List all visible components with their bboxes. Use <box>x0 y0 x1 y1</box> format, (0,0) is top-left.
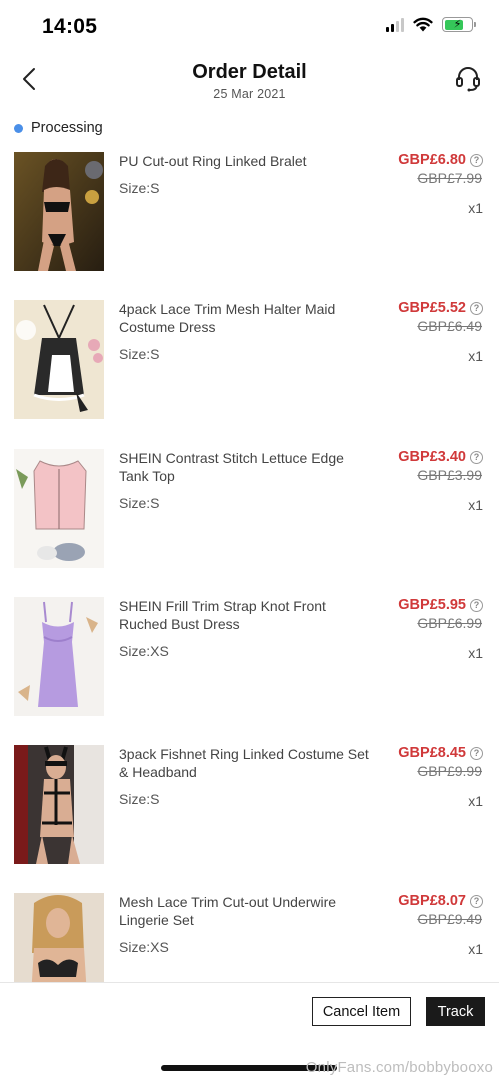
order-status: Processing <box>14 120 103 136</box>
sale-price: GBP£8.07 <box>398 893 466 909</box>
product-name[interactable]: SHEIN Contrast Stitch Lettuce Edge Tank … <box>119 450 374 485</box>
product-image[interactable] <box>14 893 104 982</box>
original-price: GBP£7.99 <box>417 170 482 186</box>
status-icons: ⚡ <box>386 17 476 32</box>
original-price: GBP£6.99 <box>417 615 482 631</box>
original-price: GBP£9.99 <box>417 763 482 779</box>
product-size: Size:S <box>119 791 160 807</box>
sale-price: GBP£3.40 <box>398 449 466 465</box>
price-block: GBP£6.80 ? GBP£7.99 <box>398 152 483 186</box>
order-item[interactable]: SHEIN Contrast Stitch Lettuce Edge Tank … <box>0 449 499 597</box>
order-status-label: Processing <box>31 120 103 136</box>
product-image[interactable] <box>14 745 104 864</box>
quantity: x1 <box>468 348 483 364</box>
product-size: Size:XS <box>119 643 169 659</box>
price-info-icon[interactable]: ? <box>470 153 483 167</box>
quantity: x1 <box>468 645 483 661</box>
order-item[interactable]: PU Cut-out Ring Linked Bralet Size:S GBP… <box>0 152 499 300</box>
order-item[interactable]: 3pack Fishnet Ring Linked Costume Set & … <box>0 745 499 893</box>
order-item[interactable]: 4pack Lace Trim Mesh Halter Maid Costume… <box>0 300 499 448</box>
price-info-icon[interactable]: ? <box>470 894 483 908</box>
product-image[interactable] <box>14 152 104 271</box>
cellular-signal-icon <box>386 17 404 32</box>
price-info-icon[interactable]: ? <box>470 301 483 315</box>
product-name[interactable]: Mesh Lace Trim Cut-out Underwire Lingeri… <box>119 894 374 929</box>
product-size: Size:S <box>119 346 160 362</box>
sale-price: GBP£5.95 <box>398 597 466 613</box>
product-image[interactable] <box>14 449 104 568</box>
status-bar: 14:05 ⚡ <box>0 0 499 54</box>
product-name[interactable]: 4pack Lace Trim Mesh Halter Maid Costume… <box>119 301 374 336</box>
headset-icon <box>456 67 480 92</box>
product-size: Size:S <box>119 180 160 196</box>
wifi-icon <box>413 17 433 32</box>
bottom-action-bar: Cancel Item Track OnlyFans.com/bobbyboox… <box>0 982 499 1080</box>
product-name[interactable]: 3pack Fishnet Ring Linked Costume Set & … <box>119 746 374 781</box>
order-item[interactable]: Mesh Lace Trim Cut-out Underwire Lingeri… <box>0 893 499 982</box>
original-price: GBP£6.49 <box>417 318 482 334</box>
product-size: Size:S <box>119 495 160 511</box>
quantity: x1 <box>468 793 483 809</box>
sale-price: GBP£5.52 <box>398 300 466 316</box>
price-block: GBP£5.52 ? GBP£6.49 <box>398 300 483 334</box>
product-name[interactable]: SHEIN Frill Trim Strap Knot Front Ruched… <box>119 598 374 633</box>
price-info-icon[interactable]: ? <box>470 450 483 464</box>
price-block: GBP£5.95 ? GBP£6.99 <box>398 597 483 631</box>
price-block: GBP£3.40 ? GBP£3.99 <box>398 449 483 483</box>
original-price: GBP£3.99 <box>417 467 482 483</box>
price-info-icon[interactable]: ? <box>470 598 483 612</box>
original-price: GBP£9.49 <box>417 911 482 927</box>
sale-price: GBP£8.45 <box>398 745 466 761</box>
price-block: GBP£8.07 ? GBP£9.49 <box>398 893 483 927</box>
order-date: 25 Mar 2021 <box>213 87 286 101</box>
order-items-list[interactable]: PU Cut-out Ring Linked Bralet Size:S GBP… <box>0 152 499 982</box>
order-item[interactable]: SHEIN Frill Trim Strap Knot Front Ruched… <box>0 597 499 745</box>
track-button[interactable]: Track <box>426 997 485 1026</box>
customer-support-button[interactable] <box>453 64 483 94</box>
product-image[interactable] <box>14 300 104 419</box>
status-dot <box>14 123 23 133</box>
quantity: x1 <box>468 497 483 513</box>
nav-header: Order Detail 25 Mar 2021 <box>0 54 499 110</box>
watermark: OnlyFans.com/bobbybooxo <box>305 1059 493 1076</box>
product-name[interactable]: PU Cut-out Ring Linked Bralet <box>119 153 374 171</box>
page-title: Order Detail <box>192 61 307 83</box>
quantity: x1 <box>468 200 483 216</box>
price-block: GBP£8.45 ? GBP£9.99 <box>398 745 483 779</box>
cancel-item-button[interactable]: Cancel Item <box>312 997 411 1026</box>
price-info-icon[interactable]: ? <box>470 746 483 760</box>
status-time: 14:05 <box>42 15 98 38</box>
quantity: x1 <box>468 941 483 957</box>
battery-charging-icon: ⚡ <box>442 17 476 32</box>
title-block: Order Detail 25 Mar 2021 <box>0 61 499 101</box>
product-image[interactable] <box>14 597 104 716</box>
product-size: Size:XS <box>119 939 169 955</box>
sale-price: GBP£6.80 <box>398 152 466 168</box>
